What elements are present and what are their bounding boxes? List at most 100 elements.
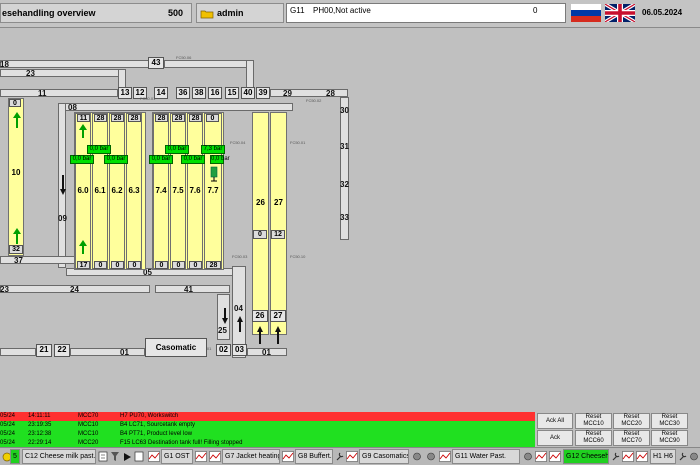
valve-36[interactable]: 36: [176, 87, 190, 99]
valve-16[interactable]: 16: [208, 87, 222, 99]
russian-flag-icon[interactable]: [571, 4, 601, 22]
pipe-drop-13[interactable]: [118, 69, 126, 89]
trend-icon[interactable]: [439, 451, 451, 462]
folder-icon: [200, 10, 214, 19]
casomatic-unit[interactable]: Casomatic: [145, 338, 207, 357]
pipe-01-left[interactable]: [70, 348, 145, 356]
trend-icon[interactable]: [209, 451, 221, 462]
trend-icon[interactable]: [148, 451, 160, 462]
play-icon[interactable]: [122, 452, 132, 462]
nav-g9-button[interactable]: G9 Casomaticsc: [359, 449, 409, 464]
settings-icon[interactable]: [689, 451, 699, 462]
page-icon[interactable]: [134, 451, 144, 462]
tank-27-outlet[interactable]: 27: [270, 310, 286, 322]
pipe-drop-40[interactable]: [246, 60, 254, 88]
nav-g1-button[interactable]: G1 OST: [161, 449, 193, 464]
screen-number-button[interactable]: 5: [10, 449, 20, 464]
pipe-11[interactable]: [0, 89, 118, 97]
nav-g11-button[interactable]: G11 Water Past.: [452, 449, 520, 464]
trend-icon[interactable]: [549, 451, 561, 462]
tank-26-outlet[interactable]: 26: [252, 310, 268, 322]
nav-c12-button[interactable]: C12 Cheese milk past.: [22, 449, 96, 464]
valve-38[interactable]: 38: [192, 87, 206, 99]
arrow-down-icon: [222, 308, 228, 324]
valve-43[interactable]: 43: [148, 57, 164, 69]
reset-mcc30-button[interactable]: Reset MCC30: [651, 413, 688, 429]
alarm-row[interactable]: 05/24 23:12:38 MCC10 B4 PT71, Product le…: [0, 430, 535, 439]
settings-icon[interactable]: [411, 451, 423, 462]
trend-icon[interactable]: [195, 451, 207, 462]
valve-21[interactable]: 21: [36, 344, 52, 357]
trend-icon[interactable]: [622, 451, 634, 462]
fc-tag-5: FC50.01: [290, 140, 306, 145]
valve-02[interactable]: 02: [216, 344, 231, 356]
alarm-text: B4 PT71, Product level low: [120, 431, 193, 437]
pipe-label-04: 04: [234, 304, 243, 313]
trend-icon[interactable]: [346, 451, 358, 462]
user-box[interactable]: admin: [196, 3, 284, 23]
tank-27[interactable]: [270, 112, 287, 335]
pipe-label-30: 30: [340, 106, 349, 115]
pipe-29-28[interactable]: [270, 89, 348, 97]
pressure-indicator: 0,0 bar: [87, 145, 111, 154]
screen-title-box[interactable]: esehandling overview 500: [0, 3, 192, 23]
valve-22[interactable]: 22: [54, 344, 70, 357]
nav-g8-button[interactable]: G8 Buffert.: [295, 449, 333, 464]
nav-g12-button[interactable]: G12 Cheeseh.: [563, 449, 609, 464]
tank-6-3-top: 28: [128, 114, 141, 122]
valve-39[interactable]: 39: [256, 87, 270, 99]
tank-6-2-top: 28: [111, 114, 124, 122]
tank-7-5-label: 7.5: [172, 186, 184, 195]
alarm-row[interactable]: 05/24 14:11:11 MCC70 H7 PU70, Workswitch: [0, 412, 535, 421]
wrench-icon[interactable]: [611, 451, 621, 462]
arrow-up-icon: [237, 316, 243, 332]
valve-03[interactable]: 03: [232, 344, 247, 356]
nav-h1-button[interactable]: H1 H6: [650, 449, 676, 464]
screen-number: 500: [167, 8, 183, 18]
reset-mcc20-button[interactable]: Reset MCC20: [613, 413, 650, 429]
trend-icon[interactable]: [636, 451, 648, 462]
pipe-18[interactable]: [0, 60, 155, 68]
tank-10-top-value: 0: [9, 99, 21, 107]
settings-icon[interactable]: [425, 451, 437, 462]
pipe-label-28: 28: [326, 89, 335, 98]
document-icon[interactable]: [98, 451, 108, 462]
reset-mcc10-button[interactable]: Reset MCC10: [575, 413, 612, 429]
uk-flag-icon[interactable]: [605, 4, 635, 22]
settings-icon[interactable]: [522, 451, 534, 462]
reset-label: Reset: [623, 414, 640, 420]
pressure-indicator: 0,0 bar: [149, 155, 173, 164]
reset-mcc90-button[interactable]: Reset MCC90: [651, 430, 688, 446]
reset-mcc70-button[interactable]: Reset MCC70: [613, 430, 650, 446]
valve-15[interactable]: 15: [225, 87, 239, 99]
pipe-label-23-bottom: 23: [0, 285, 9, 294]
tank-6-0-label: 6.0: [77, 186, 89, 195]
reset-mcc60-button[interactable]: Reset MCC60: [575, 430, 612, 446]
nav-g7-button[interactable]: G7 Jacket heating: [222, 449, 280, 464]
tank-7-6-top: 28: [189, 114, 202, 122]
pipe-left-21[interactable]: [0, 348, 36, 356]
pipe-23-top[interactable]: [0, 69, 125, 77]
tank-6-1-bottom: 0: [94, 261, 107, 269]
filter-icon[interactable]: [110, 451, 120, 462]
tank-7-7-bottom: 28: [206, 261, 221, 269]
tank-26[interactable]: [252, 112, 269, 335]
reset-unit: MCC20: [621, 421, 642, 427]
valve-40[interactable]: 40: [241, 87, 255, 99]
alarm-row[interactable]: 05/24 23:19:35 MCC10 B4 LC71, Sourcetank…: [0, 421, 535, 430]
pipe-37[interactable]: [0, 256, 80, 264]
wrench-icon[interactable]: [678, 451, 688, 462]
valve-13[interactable]: 13: [118, 87, 132, 99]
wrench-icon[interactable]: [335, 451, 345, 462]
pipe-top-right[interactable]: [164, 60, 254, 68]
trend-icon[interactable]: [282, 451, 294, 462]
alarm-time: 14:11:11: [28, 413, 51, 419]
trend-icon[interactable]: [535, 451, 547, 462]
active-alarm-box[interactable]: G11 PH00,Not active 0: [286, 3, 566, 23]
alarm-list[interactable]: 05/24 14:11:11 MCC70 H7 PU70, Workswitch…: [0, 412, 535, 448]
tank-26-level: 0: [253, 230, 267, 239]
ack-all-button[interactable]: Ack All: [537, 413, 573, 429]
ack-button[interactable]: Ack: [537, 430, 573, 446]
pipe-08[interactable]: [58, 103, 293, 111]
valve-14[interactable]: 14: [154, 87, 168, 99]
